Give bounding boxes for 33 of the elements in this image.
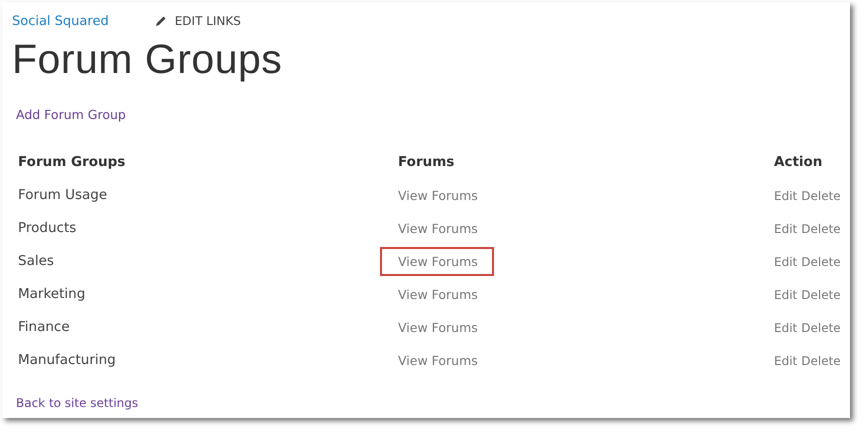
view-forums-link[interactable]: View Forums	[380, 214, 494, 243]
add-forum-group-link[interactable]: Add Forum Group	[16, 107, 126, 122]
back-to-site-settings-link[interactable]: Back to site settings	[16, 396, 138, 410]
edit-link[interactable]: Edit	[774, 354, 798, 368]
edit-link[interactable]: Edit	[774, 288, 798, 302]
column-header: Forums	[398, 153, 454, 172]
edit-link[interactable]: Edit	[774, 222, 798, 236]
edit-link[interactable]: Edit	[774, 188, 798, 202]
delete-link[interactable]: Delete	[801, 288, 841, 302]
view-forums-link[interactable]: View Forums	[380, 346, 494, 375]
delete-link[interactable]: Delete	[801, 320, 841, 334]
column-header: Action	[774, 153, 822, 172]
table-cell-text: Finance	[18, 318, 70, 337]
page-title: Forum Groups	[12, 36, 284, 83]
edit-link[interactable]: Edit	[774, 254, 798, 268]
table-cell-text: Marketing	[18, 285, 86, 304]
view-forums-link[interactable]: View Forums	[380, 313, 494, 342]
edit-link[interactable]: Edit	[774, 320, 798, 334]
delete-link[interactable]: Delete	[801, 254, 841, 268]
column-header: Forum Groups	[18, 153, 126, 172]
view-forums-link[interactable]: View Forums	[380, 280, 494, 309]
delete-link[interactable]: Delete	[801, 188, 841, 202]
site-link[interactable]: Social Squared	[12, 14, 109, 28]
view-forums-link[interactable]: View Forums	[380, 247, 494, 276]
table-cell-text: Sales	[18, 252, 54, 271]
view-forums-link[interactable]: View Forums	[380, 181, 494, 210]
delete-link[interactable]: Delete	[801, 354, 841, 368]
table-cell-text: Manufacturing	[18, 351, 116, 370]
pencil-icon	[154, 15, 167, 27]
table-cell-text: Products	[18, 219, 76, 238]
delete-link[interactable]: Delete	[801, 222, 841, 236]
table-cell-text: Forum Usage	[18, 186, 108, 205]
edit-links-link[interactable]: EDIT LINKS	[174, 14, 241, 28]
